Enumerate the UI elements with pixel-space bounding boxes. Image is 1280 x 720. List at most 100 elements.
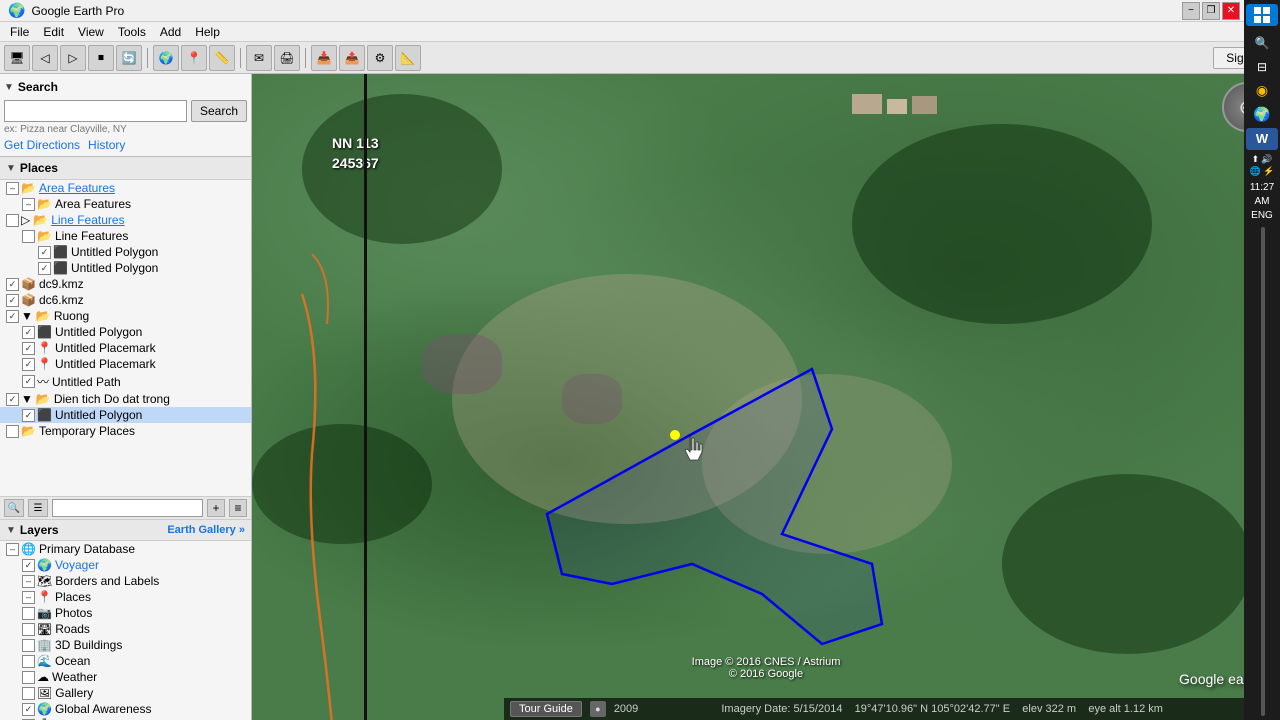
layers-3d[interactable]: 🏢 3D Buildings [0, 637, 251, 653]
layers-header[interactable]: ▼ Layers Earth Gallery » [0, 520, 251, 541]
places-untitled-polygon-selected[interactable]: ⬛ Untitled Polygon [0, 407, 251, 423]
places-dien-tich[interactable]: ▼ 📂 Dien tich Do dat trong [0, 391, 251, 407]
toolbar-btn-10[interactable]: 🖨 [274, 45, 300, 71]
taskbar-show-desktop[interactable] [1261, 227, 1265, 716]
toolbar-btn-2[interactable]: ◁ [32, 45, 58, 71]
restore-button[interactable]: ❐ [1202, 2, 1220, 20]
toolbar-btn-1[interactable]: 🖥 [4, 45, 30, 71]
tour-guide-button[interactable]: Tour Guide [510, 701, 582, 717]
layers-roads[interactable]: 🛣 Roads [0, 621, 251, 637]
checkbox-ruong-pm1[interactable] [22, 342, 35, 355]
checkbox-photos[interactable] [22, 607, 35, 620]
layers-gallery[interactable]: 🖼 Gallery [0, 685, 251, 701]
places-area-features-child[interactable]: 📂 Area Features [0, 196, 251, 212]
checkbox-global[interactable] [22, 703, 35, 716]
places-ruong-placemark2[interactable]: 📍 Untitled Placemark [0, 356, 251, 372]
close-button[interactable]: ✕ [1222, 2, 1240, 20]
places-ruong-path[interactable]: 〰 Untitled Path [0, 372, 251, 391]
get-directions-link[interactable]: Get Directions [4, 138, 80, 152]
checkbox-ruong[interactable] [6, 310, 19, 323]
taskbar-chrome-btn[interactable]: ◉ [1246, 80, 1278, 102]
places-area-features-group-label[interactable]: Area Features [39, 181, 115, 195]
layers-search-btn[interactable]: 🔍 [4, 499, 24, 517]
layers-add-btn[interactable]: + [207, 499, 225, 517]
layers-global[interactable]: 🌍 Global Awareness [0, 701, 251, 717]
layers-more-btn[interactable]: ≡ [229, 499, 247, 517]
checkbox-area-features-child[interactable] [22, 198, 35, 211]
checkbox-ruong-poly[interactable] [22, 326, 35, 339]
checkbox-dc9[interactable] [6, 278, 19, 291]
checkbox-primary-db[interactable] [6, 543, 19, 556]
search-header[interactable]: ▼ Search [4, 78, 247, 96]
toolbar-btn-5[interactable]: 🔄 [116, 45, 142, 71]
search-input[interactable] [4, 100, 187, 122]
layers-borders[interactable]: 🗺 Borders and Labels [0, 573, 251, 589]
layers-primary-db[interactable]: 🌐 Primary Database [0, 541, 251, 557]
places-line-features-child[interactable]: 📂 Line Features [0, 228, 251, 244]
checkbox-places-layer[interactable] [22, 591, 35, 604]
minimize-button[interactable]: − [1182, 2, 1200, 20]
places-line-features-group-label[interactable]: Line Features [51, 213, 124, 227]
places-untitled-polygon-2[interactable]: ⬛ Untitled Polygon [0, 260, 251, 276]
toolbar-btn-14[interactable]: 📐 [395, 45, 421, 71]
toolbar-btn-8[interactable]: 📏 [209, 45, 235, 71]
places-ruong-polygon[interactable]: ⬛ Untitled Polygon [0, 324, 251, 340]
status-icon-1[interactable]: ● [590, 701, 606, 717]
search-button[interactable]: Search [191, 100, 247, 122]
places-ruong[interactable]: ▼ 📂 Ruong [0, 308, 251, 324]
places-temporary[interactable]: 📂 Temporary Places [0, 423, 251, 439]
win-start-btn[interactable] [1246, 4, 1278, 26]
layers-weather[interactable]: ☁ Weather [0, 669, 251, 685]
menu-add[interactable]: Add [154, 24, 187, 40]
taskbar-clock[interactable]: 11:27 AM ENG [1244, 179, 1280, 225]
checkbox-line-features-group[interactable] [6, 214, 19, 227]
layers-list-btn[interactable]: ☰ [28, 499, 48, 517]
history-link[interactable]: History [88, 138, 125, 152]
layers-photos[interactable]: 📷 Photos [0, 605, 251, 621]
checkbox-temporary[interactable] [6, 425, 19, 438]
earth-gallery-button[interactable]: Earth Gallery » [167, 524, 245, 536]
checkbox-area-features-group[interactable] [6, 182, 19, 195]
layers-ocean[interactable]: 🌊 Ocean [0, 653, 251, 669]
checkbox-gallery[interactable] [22, 687, 35, 700]
checkbox-line-features-child[interactable] [22, 230, 35, 243]
places-dc9[interactable]: 📦 dc9.kmz [0, 276, 251, 292]
toolbar-btn-6[interactable]: 🌍 [153, 45, 179, 71]
taskbar-word-btn[interactable]: W [1246, 128, 1278, 150]
toolbar-btn-4[interactable]: ⏹ [88, 45, 114, 71]
checkbox-roads[interactable] [22, 623, 35, 636]
taskbar-tray-icons[interactable]: ⬆ 🔊 🌐 ⚡ [1246, 154, 1278, 177]
places-dc6[interactable]: 📦 dc6.kmz [0, 292, 251, 308]
checkbox-up-sel[interactable] [22, 409, 35, 422]
menu-tools[interactable]: Tools [112, 24, 152, 40]
places-ruong-placemark1[interactable]: 📍 Untitled Placemark [0, 340, 251, 356]
toolbar-btn-12[interactable]: 📤 [339, 45, 365, 71]
menu-edit[interactable]: Edit [37, 24, 70, 40]
map-area[interactable]: NN 113 245367 ⊕ Image © 2016 CNES / Astr… [252, 74, 1280, 720]
checkbox-voyager[interactable] [22, 559, 35, 572]
checkbox-dc6[interactable] [6, 294, 19, 307]
layers-places[interactable]: 📍 Places [0, 589, 251, 605]
places-header[interactable]: ▼ Places [0, 157, 251, 180]
toolbar-btn-3[interactable]: ▷ [60, 45, 86, 71]
menu-view[interactable]: View [72, 24, 110, 40]
menu-file[interactable]: File [4, 24, 35, 40]
taskbar-taskview-btn[interactable]: ⊟ [1246, 56, 1278, 78]
places-untitled-polygon-1[interactable]: ⬛ Untitled Polygon [0, 244, 251, 260]
toolbar-btn-11[interactable]: 📥 [311, 45, 337, 71]
layers-search-input[interactable] [52, 499, 203, 517]
layers-voyager[interactable]: 🌍 Voyager [0, 557, 251, 573]
taskbar-earth-btn[interactable]: 🌍 [1246, 104, 1278, 126]
checkbox-up2[interactable] [38, 262, 51, 275]
checkbox-ocean[interactable] [22, 655, 35, 668]
taskbar-search-btn[interactable]: 🔍 [1246, 32, 1278, 54]
places-area-features-group[interactable]: 📂 Area Features [0, 180, 251, 196]
menu-help[interactable]: Help [189, 24, 226, 40]
toolbar-btn-9[interactable]: ✉ [246, 45, 272, 71]
checkbox-ruong-pm2[interactable] [22, 358, 35, 371]
checkbox-ruong-path[interactable] [22, 375, 35, 388]
checkbox-up1[interactable] [38, 246, 51, 259]
toolbar-btn-13[interactable]: ⚙ [367, 45, 393, 71]
checkbox-weather[interactable] [22, 671, 35, 684]
places-line-features-group[interactable]: ▷ 📂 Line Features [0, 212, 251, 228]
